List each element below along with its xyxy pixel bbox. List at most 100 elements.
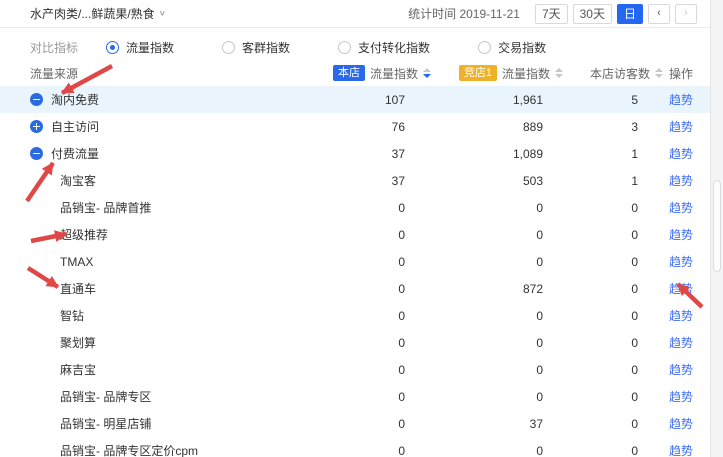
col-action-header: 操作: [663, 65, 693, 82]
trend-link[interactable]: 趋势: [669, 201, 693, 215]
rival-index-value: 37: [443, 417, 573, 431]
trend-link[interactable]: 趋势: [669, 228, 693, 242]
traffic-source-label: 自主访问: [51, 118, 99, 135]
rival-index-value: 0: [443, 309, 573, 323]
own-visitors-value: 0: [573, 309, 663, 323]
table-body: 淘内免费 107 1,961 5 趋势 自主访问 76 889 3 趋势 付费流…: [0, 86, 723, 457]
traffic-source-label: 直通车: [60, 280, 96, 297]
trend-link[interactable]: 趋势: [669, 93, 693, 107]
own-visitors-value: 0: [573, 282, 663, 296]
table-row: 自主访问 76 889 3 趋势: [0, 113, 723, 140]
traffic-source-label: 品销宝- 品牌专区定价cpm: [60, 442, 198, 457]
radio-label: 交易指数: [498, 39, 546, 56]
traffic-source-label: 麻吉宝: [60, 361, 96, 378]
range-7d-button[interactable]: 7天: [535, 4, 568, 24]
trend-link[interactable]: 趋势: [669, 174, 693, 188]
rival-index-value: 1,961: [443, 93, 573, 107]
own-visitors-value: 0: [573, 444, 663, 457]
radio-trade-index[interactable]: 交易指数: [478, 39, 546, 56]
sort-own-index-icon[interactable]: [423, 68, 431, 78]
trend-link[interactable]: 趋势: [669, 282, 693, 296]
radio-icon: [478, 41, 491, 54]
own-visitors-value: 0: [573, 255, 663, 269]
trend-link[interactable]: 趋势: [669, 147, 693, 161]
radio-icon: [106, 41, 119, 54]
trend-link[interactable]: 趋势: [669, 336, 693, 350]
own-visitors-value: 0: [573, 363, 663, 377]
own-index-value: 0: [313, 228, 443, 242]
table-row: 直通车 0 872 0 趋势: [0, 275, 723, 302]
own-visitors-value: 1: [573, 147, 663, 161]
rival-index-value: 0: [443, 228, 573, 242]
rival-index-value: 0: [443, 336, 573, 350]
trend-link[interactable]: 趋势: [669, 444, 693, 457]
table-header: 流量来源 本店 流量指数 竞店1 流量指数 本店访客数 操作: [0, 60, 723, 86]
table-row: TMAX 0 0 0 趋势: [0, 248, 723, 275]
rival-index-value: 0: [443, 201, 573, 215]
expand-toggle-icon[interactable]: [30, 93, 43, 106]
sort-rival-index-icon[interactable]: [555, 68, 563, 78]
trend-link[interactable]: 趋势: [669, 255, 693, 269]
top-bar: 水产肉类/...鲜蔬果/熟食 ∨ 统计时间 2019-11-21 7天 30天 …: [0, 0, 723, 28]
compare-metric-label: 对比指标: [30, 39, 78, 56]
chevron-down-icon: ∨: [159, 9, 166, 18]
rival-index-value: 872: [443, 282, 573, 296]
rival-index-value: 0: [443, 363, 573, 377]
col-source-header: 流量来源: [30, 65, 313, 82]
radio-conversion-index[interactable]: 支付转化指数: [338, 39, 430, 56]
vertical-scrollbar[interactable]: [710, 0, 723, 457]
traffic-analysis-page: 水产肉类/...鲜蔬果/熟食 ∨ 统计时间 2019-11-21 7天 30天 …: [0, 0, 723, 457]
traffic-source-label: TMAX: [60, 255, 93, 269]
rival-metric-label: 流量指数: [502, 65, 550, 82]
trend-link[interactable]: 趋势: [669, 363, 693, 377]
trend-link[interactable]: 趋势: [669, 120, 693, 134]
table-row: 品销宝- 品牌首推 0 0 0 趋势: [0, 194, 723, 221]
traffic-source-label: 淘内免费: [51, 91, 99, 108]
expand-toggle-icon[interactable]: [30, 147, 43, 160]
radio-icon: [338, 41, 351, 54]
rival-index-value: 0: [443, 390, 573, 404]
category-selector[interactable]: 水产肉类/...鲜蔬果/熟食 ∨: [30, 5, 166, 22]
rival-index-value: 503: [443, 174, 573, 188]
trend-link[interactable]: 趋势: [669, 390, 693, 404]
radio-label: 客群指数: [242, 39, 290, 56]
own-index-value: 0: [313, 282, 443, 296]
table-row: 超级推荐 0 0 0 趋势: [0, 221, 723, 248]
sort-visitors-icon[interactable]: [655, 68, 663, 78]
own-index-value: 0: [313, 336, 443, 350]
expand-toggle-icon[interactable]: [30, 120, 43, 133]
radio-traffic-index[interactable]: 流量指数: [106, 39, 174, 56]
col-own-index-header: 本店 流量指数: [313, 65, 443, 82]
own-visitors-value: 0: [573, 336, 663, 350]
range-30d-button[interactable]: 30天: [573, 4, 612, 24]
table-row: 品销宝- 品牌专区定价cpm 0 0 0 趋势: [0, 437, 723, 457]
radio-label: 流量指数: [126, 39, 174, 56]
radio-customer-index[interactable]: 客群指数: [222, 39, 290, 56]
own-index-value: 0: [313, 363, 443, 377]
prev-day-button[interactable]: ‹: [648, 4, 670, 24]
own-visitors-value: 1: [573, 174, 663, 188]
table-row: 品销宝- 品牌专区 0 0 0 趋势: [0, 383, 723, 410]
table-row: 淘内免费 107 1,961 5 趋势: [0, 86, 723, 113]
own-index-value: 37: [313, 174, 443, 188]
traffic-source-label: 品销宝- 明星店铺: [60, 415, 151, 432]
col-rival-index-header: 竞店1 流量指数: [443, 65, 573, 82]
trend-link[interactable]: 趋势: [669, 417, 693, 431]
trend-link[interactable]: 趋势: [669, 309, 693, 323]
rival-shop-badge: 竞店1: [459, 65, 497, 81]
own-index-value: 76: [313, 120, 443, 134]
next-day-button[interactable]: ›: [675, 4, 697, 24]
traffic-source-label: 智钻: [60, 307, 84, 324]
own-index-value: 107: [313, 93, 443, 107]
own-index-value: 0: [313, 444, 443, 457]
scrollbar-thumb[interactable]: [713, 180, 721, 272]
own-metric-label: 流量指数: [370, 65, 418, 82]
own-index-value: 0: [313, 390, 443, 404]
rival-index-value: 889: [443, 120, 573, 134]
stat-time-label: 统计时间 2019-11-21: [408, 5, 520, 22]
range-day-button[interactable]: 日: [617, 4, 643, 24]
traffic-source-label: 品销宝- 品牌专区: [60, 388, 151, 405]
traffic-source-label: 淘宝客: [60, 172, 96, 189]
own-index-value: 37: [313, 147, 443, 161]
visitors-label: 本店访客数: [590, 65, 650, 82]
